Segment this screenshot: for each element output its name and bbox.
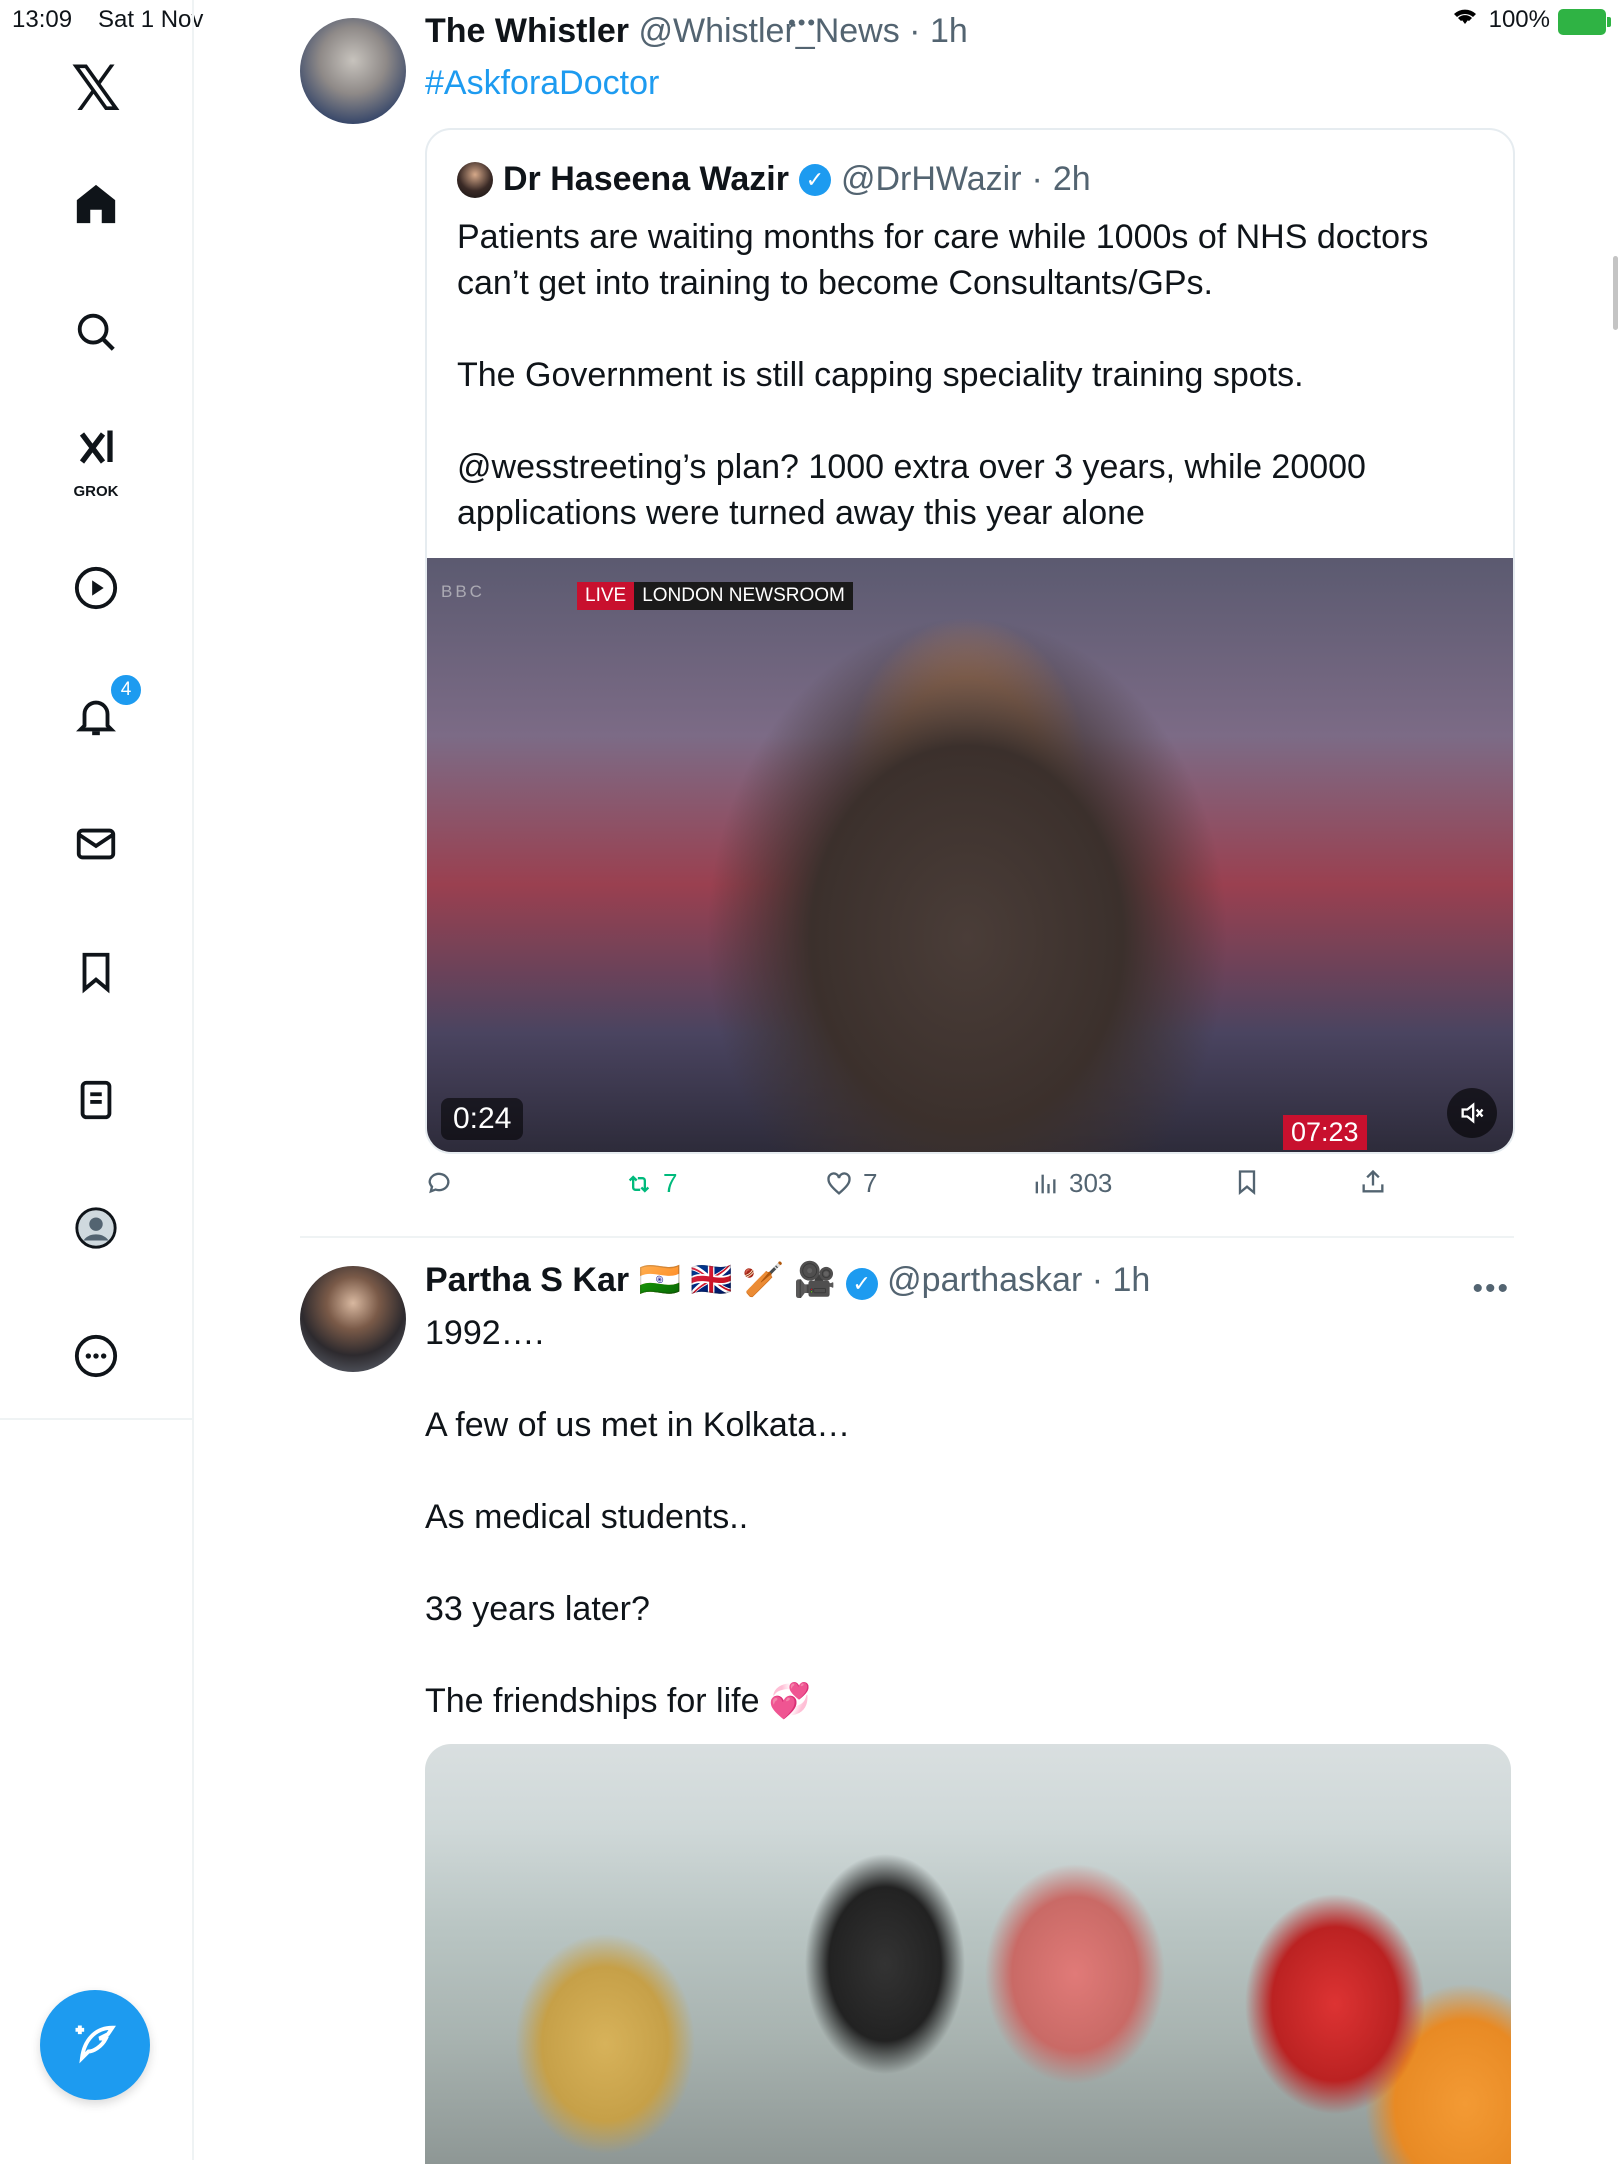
- live-label: LIVE: [577, 582, 635, 610]
- play-icon[interactable]: [62, 554, 130, 622]
- tweet2-text: 1992…. A few of us met in Kolkata… As me…: [425, 1310, 1505, 1770]
- sidebar: 𝕏 GROK 4: [0, 0, 194, 2160]
- like-button[interactable]: 7: [825, 1168, 877, 1199]
- video-player[interactable]: BBC LIVE LONDON NEWSROOM 0:24 07:23: [427, 558, 1513, 1152]
- verified-badge-icon: ✓: [798, 163, 831, 196]
- quoted-tweet[interactable]: Dr Haseena Wazir ✓ @DrHWazir · 2h Patients…: [425, 128, 1515, 1154]
- mail-icon[interactable]: [62, 810, 130, 878]
- broadcast-clock: 07:23: [1283, 1115, 1367, 1150]
- compose-post-button[interactable]: [40, 1990, 150, 2100]
- views-icon: [1035, 1174, 1056, 1193]
- repost-button[interactable]: 7: [625, 1168, 677, 1199]
- tweet1-hashtag[interactable]: #AskforaDoctor: [425, 64, 659, 103]
- bbc-watermark: BBC: [441, 582, 485, 601]
- bell-icon[interactable]: 4: [62, 672, 144, 750]
- sidebar-divider: [0, 1418, 192, 1420]
- view-count: 303: [1069, 1168, 1113, 1198]
- bookmark-action-icon: [1238, 1170, 1256, 1195]
- verified-badge-icon: ✓: [845, 1268, 878, 1300]
- tweet2-line: As medical students..: [425, 1498, 749, 1536]
- quoted-text-para1: Patients are waiting months for care whi…: [457, 218, 1429, 302]
- quoted-tweet-text: Patients are waiting months for care whi…: [457, 214, 1487, 582]
- tweet1-handle[interactable]: @Whistler_News: [638, 12, 899, 50]
- tweet2-header: Partha S Kar 🇮🇳 🇬🇧 🏏 🎥 ✓ @parthaskar · 1…: [425, 1261, 1151, 1300]
- quoted-handle: @DrHWazir: [840, 160, 1022, 198]
- scrollbar[interactable]: [1613, 256, 1618, 330]
- mute-icon[interactable]: [1447, 1088, 1497, 1138]
- heart-icon: [827, 1171, 851, 1195]
- video-elapsed-time: 0:24: [441, 1098, 524, 1140]
- tweet1-actions: 7 7 303: [425, 1168, 1511, 1208]
- profile-avatar-icon[interactable]: [62, 1194, 130, 1262]
- tweet2-time[interactable]: 1h: [1113, 1261, 1151, 1299]
- quoted-text-para3: @wesstreeting’s plan? 1000 extra over 3 …: [457, 448, 1366, 532]
- tweet2-flags: 🇮🇳 🇬🇧 🏏 🎥: [638, 1261, 837, 1299]
- notification-badge: 4: [108, 672, 144, 708]
- battery-icon: [1558, 9, 1611, 35]
- tweet1-header: The Whistler @Whistler_News · 1h: [425, 12, 968, 50]
- views-button[interactable]: 303: [1031, 1168, 1112, 1199]
- tweet2-line: 1992….: [425, 1314, 545, 1352]
- home-icon[interactable]: [62, 170, 130, 238]
- search-icon[interactable]: [62, 298, 130, 366]
- quoted-author-name: Dr Haseena Wazir: [503, 160, 789, 198]
- x-logo-icon[interactable]: 𝕏: [62, 56, 130, 124]
- newsroom-label: LONDON NEWSROOM: [634, 582, 853, 610]
- grok-label: GROK: [73, 483, 119, 500]
- list-icon[interactable]: [62, 1066, 130, 1134]
- wifi-icon: [1450, 4, 1480, 35]
- tweet2-line: The friendships for life 💞: [425, 1682, 812, 1720]
- tweet1-time[interactable]: 1h: [930, 12, 968, 50]
- grok-icon[interactable]: GROK: [62, 420, 130, 500]
- tweet2-line: A few of us met in Kolkata…: [425, 1406, 851, 1444]
- tweet-separator: [300, 1236, 1514, 1238]
- repost-icon: [628, 1174, 650, 1193]
- tweet1-author-name[interactable]: The Whistler: [425, 12, 629, 50]
- quoted-avatar: [457, 161, 493, 198]
- reply-icon: [428, 1172, 450, 1194]
- share-icon: [1362, 1169, 1384, 1193]
- tweet2-line: 33 years later?: [425, 1590, 650, 1628]
- bookmark-icon[interactable]: [62, 938, 130, 1006]
- bookmark-button[interactable]: [1233, 1168, 1261, 1196]
- battery-percent: 100%: [1488, 6, 1550, 33]
- tweet2-more-icon[interactable]: •••: [1472, 1272, 1510, 1306]
- more-icon[interactable]: [62, 1322, 130, 1390]
- quoted-time: 2h: [1052, 160, 1091, 198]
- tweet2-photo[interactable]: [425, 1744, 1511, 2164]
- repost-count: 7: [663, 1168, 678, 1198]
- quoted-text-para2: The Government is still capping speciali…: [457, 356, 1304, 394]
- share-button[interactable]: [1359, 1168, 1387, 1196]
- like-count: 7: [863, 1168, 878, 1198]
- tweet2-author-name[interactable]: Partha S Kar: [425, 1261, 629, 1299]
- tweet1-avatar[interactable]: [300, 18, 406, 124]
- tweet2-avatar[interactable]: [300, 1266, 406, 1372]
- live-banner: LIVE LONDON NEWSROOM: [577, 582, 853, 610]
- quoted-tweet-header: Dr Haseena Wazir ✓ @DrHWazir · 2h: [457, 160, 1091, 199]
- reply-button[interactable]: [425, 1168, 453, 1196]
- tweet2-handle[interactable]: @parthaskar: [887, 1261, 1082, 1299]
